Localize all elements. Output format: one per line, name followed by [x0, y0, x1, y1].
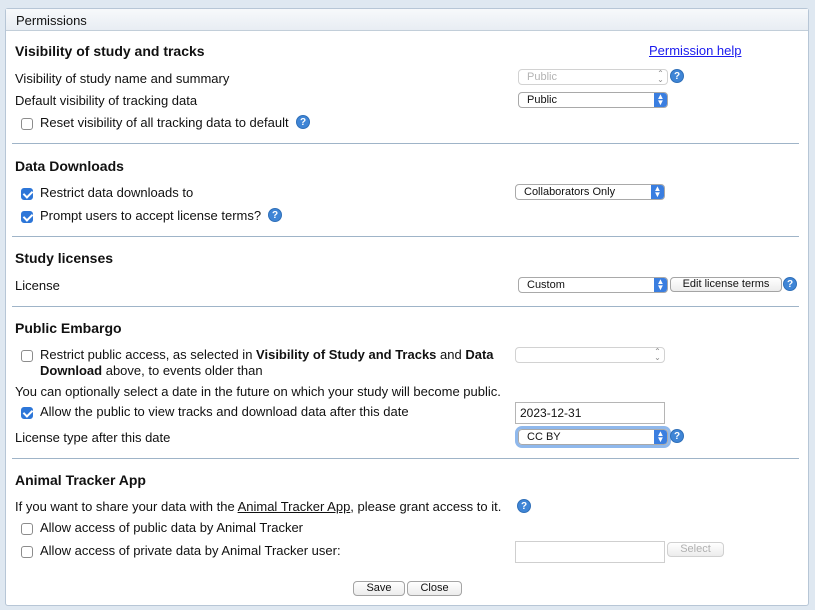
animal-tracker-app-link[interactable]: Animal Tracker App	[238, 499, 351, 514]
edit-license-terms-button[interactable]: Edit license terms	[670, 277, 782, 292]
allow-public-tracker-checkbox[interactable]	[21, 523, 33, 535]
tracker-user-input[interactable]	[515, 541, 665, 563]
section-divider	[12, 236, 799, 237]
license-type-select[interactable]: CC BY ▲ ▼	[515, 426, 671, 448]
dialog-titlebar: Permissions	[6, 9, 808, 31]
help-icon[interactable]: ?	[670, 429, 684, 443]
permission-help-link[interactable]: Permission help	[649, 43, 742, 58]
section-heading-visibility: Visibility of study and tracks	[15, 43, 205, 59]
restrict-age-select[interactable]: ⌃ ⌄	[515, 347, 665, 363]
reset-visibility-checkbox[interactable]	[21, 118, 33, 130]
section-heading-downloads: Data Downloads	[15, 158, 124, 174]
section-heading-tracker: Animal Tracker App	[15, 472, 146, 488]
prompt-license-label: Prompt users to accept license terms?	[40, 208, 262, 223]
embargo-note: You can optionally select a date in the …	[15, 384, 501, 399]
reset-visibility-label: Reset visibility of all tracking data to…	[40, 115, 289, 130]
license-type-label: License type after this date	[15, 430, 171, 445]
restrict-downloads-label: Restrict data downloads to	[40, 185, 194, 200]
allow-private-tracker-checkbox[interactable]	[21, 546, 33, 558]
allow-private-tracker-label: Allow access of private data by Animal T…	[40, 543, 341, 558]
help-icon[interactable]: ?	[268, 208, 282, 222]
study-visibility-value: Public	[527, 71, 557, 83]
allow-public-after-date-label: Allow the public to view tracks and down…	[40, 404, 409, 419]
section-divider	[12, 458, 799, 459]
help-icon[interactable]: ?	[670, 69, 684, 83]
license-value: Custom	[527, 279, 565, 291]
restrict-text-part: and	[436, 347, 466, 362]
save-button[interactable]: Save	[353, 581, 405, 596]
tracking-visibility-value: Public	[527, 94, 557, 106]
restrict-text-part: above, to events older than	[102, 363, 263, 378]
help-icon[interactable]: ?	[517, 499, 531, 513]
help-icon[interactable]: ?	[296, 115, 310, 129]
restrict-public-access-label: Restrict public access, as selected in V…	[40, 347, 512, 379]
restrict-text-bold: Data	[465, 347, 494, 362]
help-icon[interactable]: ?	[783, 277, 797, 291]
select-arrows-icon: ⌃ ⌄	[654, 347, 661, 362]
allow-public-after-date-checkbox[interactable]	[21, 407, 33, 419]
restrict-text-bold: Download	[40, 363, 103, 378]
restrict-text-part: Restrict public access, as selected in	[40, 347, 257, 362]
prompt-license-checkbox[interactable]	[21, 211, 33, 223]
tracker-share-part: , please grant access to it.	[350, 499, 502, 514]
embargo-date-input[interactable]: 2023-12-31	[515, 402, 665, 424]
section-heading-embargo: Public Embargo	[15, 320, 122, 336]
select-arrows-icon: ▲ ▼	[654, 93, 667, 107]
study-visibility-label: Visibility of study name and summary	[15, 71, 230, 86]
license-select[interactable]: Custom ▲ ▼	[518, 277, 668, 293]
select-arrows-icon: ▲ ▼	[654, 278, 667, 292]
tracking-visibility-select[interactable]: Public ▲ ▼	[518, 92, 668, 108]
tracker-share-text: If you want to share your data with the …	[15, 499, 501, 514]
restrict-downloads-select[interactable]: Collaborators Only ▲ ▼	[515, 184, 665, 200]
allow-public-tracker-label: Allow access of public data by Animal Tr…	[40, 520, 304, 535]
permissions-dialog: Permissions Visibility of study and trac…	[5, 8, 809, 606]
restrict-public-access-checkbox[interactable]	[21, 350, 33, 362]
section-divider	[12, 143, 799, 144]
select-arrows-icon: ⌃ ⌄	[657, 69, 664, 84]
restrict-downloads-value: Collaborators Only	[524, 186, 616, 198]
restrict-downloads-checkbox[interactable]	[21, 188, 33, 200]
tracker-share-part: If you want to share your data with the	[15, 499, 238, 514]
license-label: License	[15, 278, 60, 293]
restrict-text-bold: Visibility of Study and Tracks	[256, 347, 437, 362]
select-user-button[interactable]: Select	[667, 542, 724, 557]
section-divider	[12, 306, 799, 307]
select-arrows-icon: ▲ ▼	[651, 185, 664, 199]
section-heading-licenses: Study licenses	[15, 250, 114, 266]
study-visibility-select[interactable]: Public ⌃ ⌄	[518, 69, 668, 85]
tracking-visibility-label: Default visibility of tracking data	[15, 93, 198, 108]
close-button[interactable]: Close	[407, 581, 462, 596]
select-arrows-icon: ▲ ▼	[654, 430, 667, 444]
dialog-title: Permissions	[16, 13, 87, 28]
license-type-value: CC BY	[527, 431, 561, 443]
